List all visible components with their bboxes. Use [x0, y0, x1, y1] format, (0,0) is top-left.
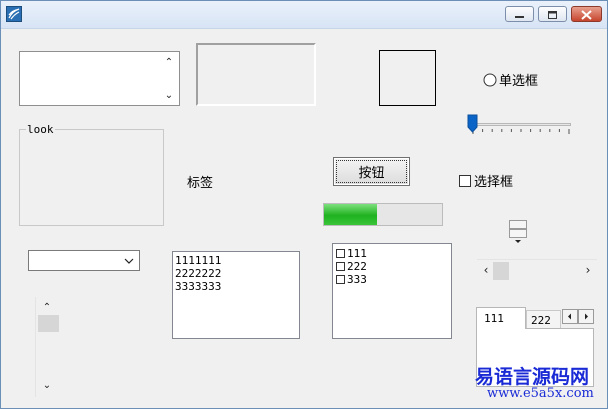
combo-box[interactable]	[28, 250, 140, 271]
checklist-item[interactable]: 111	[333, 247, 451, 260]
spin-up-button[interactable]	[509, 220, 527, 234]
horizontal-scrollbar[interactable]: ‹ ›	[477, 259, 597, 281]
slider-thumb[interactable]	[467, 114, 479, 134]
checklist-item-label: 333	[347, 273, 367, 286]
checklist-item-label: 222	[347, 260, 367, 273]
scroll-up-icon[interactable]: ⌃	[40, 301, 54, 313]
group-box: look	[19, 123, 164, 226]
triangle-left-icon	[568, 313, 571, 320]
triangle-right-icon	[585, 313, 588, 320]
progress-bar	[323, 203, 443, 226]
maximize-button[interactable]	[538, 6, 567, 22]
radio-circle-icon	[483, 73, 497, 86]
triangle-down-icon	[515, 240, 521, 243]
vertical-scrollbar[interactable]: ⌃ ⌄	[35, 297, 59, 397]
sunken-panel	[196, 43, 316, 106]
title-bar[interactable]	[1, 1, 607, 29]
tab-111[interactable]: 111	[476, 307, 526, 329]
checklist-item[interactable]: 333	[333, 273, 451, 286]
checklist-item-label: 111	[347, 247, 367, 260]
watermark-title: 易语言源码网	[475, 366, 590, 388]
radio-label: 单选框	[499, 74, 539, 89]
client-area: ⌃ ⌄ 单选框 look 标签 按钮 选择框 1111111 2222222 3…	[1, 29, 607, 408]
spin-down-button[interactable]	[509, 229, 527, 243]
main-window: ⌃ ⌄ 单选框 look 标签 按钮 选择框 1111111 2222222 3…	[0, 0, 608, 409]
group-box-label: look	[26, 123, 55, 136]
app-icon[interactable]	[6, 6, 22, 22]
close-button[interactable]	[571, 6, 602, 22]
checkbox-box-icon[interactable]	[336, 275, 345, 284]
minimize-button[interactable]	[505, 6, 534, 22]
maximize-icon	[548, 11, 557, 19]
multiline-edit[interactable]: ⌃ ⌄	[19, 51, 180, 106]
scrollbar-thumb[interactable]	[38, 315, 59, 332]
scroll-right-icon[interactable]: ›	[581, 263, 595, 277]
scroll-left-icon[interactable]: ‹	[479, 263, 493, 277]
list-item[interactable]: 1111111	[173, 254, 299, 267]
slider-track	[471, 123, 571, 126]
static-label: 标签	[187, 176, 214, 191]
checkbox-label: 选择框	[474, 175, 514, 190]
radio-button[interactable]: 单选框	[483, 70, 538, 89]
scrollbar-thumb[interactable]	[493, 262, 509, 280]
tab-label: 111	[484, 312, 504, 325]
tab-222[interactable]: 222	[526, 310, 561, 328]
spin-control[interactable]	[509, 220, 527, 243]
list-item[interactable]: 2222222	[173, 267, 299, 280]
checkbox-box-icon	[459, 174, 471, 187]
checkbox[interactable]: 选择框	[459, 171, 513, 190]
checkbox-box-icon[interactable]	[336, 249, 345, 258]
progress-fill	[324, 204, 378, 225]
image-frame	[379, 50, 436, 106]
slider[interactable]	[467, 114, 575, 140]
checklist-box[interactable]: 111 222 333	[332, 243, 452, 339]
list-item[interactable]: 3333333	[173, 280, 299, 293]
list-box[interactable]: 1111111 2222222 3333333	[172, 251, 300, 339]
push-button-label: 按钮	[358, 166, 385, 181]
minimize-icon	[515, 16, 524, 18]
watermark-url: www.e5a5x.com	[487, 386, 594, 401]
scroll-down-icon[interactable]: ⌄	[162, 88, 176, 102]
chevron-down-icon[interactable]	[123, 256, 135, 266]
checklist-item[interactable]: 222	[333, 260, 451, 273]
tab-scroll-right-button[interactable]	[578, 309, 594, 324]
scroll-down-icon[interactable]: ⌄	[40, 379, 54, 391]
close-icon	[581, 10, 592, 20]
slider-ticks	[472, 129, 570, 134]
push-button[interactable]: 按钮	[333, 157, 410, 186]
tab-scroll-left-button[interactable]	[562, 309, 578, 324]
checkbox-box-icon[interactable]	[336, 262, 345, 271]
tab-label: 222	[531, 314, 551, 327]
scroll-up-icon[interactable]: ⌃	[162, 55, 176, 69]
